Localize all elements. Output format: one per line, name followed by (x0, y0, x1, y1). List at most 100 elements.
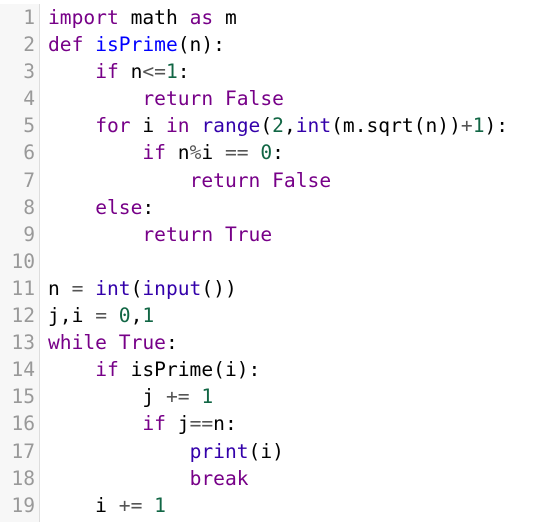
code-line[interactable]: def isPrime(n): (48, 31, 541, 58)
line-number: 17 (11, 439, 35, 463)
code-token: == (189, 412, 214, 436)
code-line[interactable]: if isPrime(i): (48, 356, 541, 383)
line-number: 15 (11, 385, 35, 409)
line-number: 16 (11, 412, 35, 436)
line-number: 1 (23, 6, 35, 29)
code-token: def (48, 33, 84, 57)
code-token: range (201, 114, 261, 138)
code-token: (n): (177, 33, 225, 57)
line-number: 3 (23, 60, 35, 84)
line-number: 2 (23, 33, 35, 57)
code-token: return (142, 87, 214, 111)
code-line[interactable]: return False (48, 85, 541, 112)
code-line[interactable]: if n<=1: (48, 58, 541, 85)
code-line[interactable]: return False (48, 167, 541, 194)
code-line[interactable]: import math as m (48, 4, 541, 31)
code-area[interactable]: import math as m def isPrime(n): if n<=1:… (48, 4, 541, 519)
code-token: n: (213, 412, 237, 436)
line-number: 13 (11, 331, 35, 355)
code-line[interactable]: else: (48, 194, 541, 221)
code-line[interactable]: if n%i == 0: (48, 139, 541, 166)
code-token: (m.sqrt(n)) (331, 114, 461, 138)
code-line[interactable]: i += 1 (48, 492, 541, 519)
code-line[interactable]: return True (48, 221, 541, 248)
code-token: + (460, 114, 473, 138)
code-token: False (272, 168, 332, 192)
code-token: 0 (260, 141, 273, 165)
code-token: if (95, 60, 119, 84)
code-token: return (189, 168, 261, 192)
code-token: , (283, 114, 296, 138)
code-line[interactable]: j += 1 (48, 383, 541, 410)
line-number: 6 (23, 141, 35, 165)
code-token: i (48, 493, 119, 517)
line-number-gutter: 1 2 3 4 5 6 7 8 9 10 11 12 13 14 15 16 17 18 19 (0, 4, 40, 522)
code-line[interactable]: break (48, 465, 541, 492)
code-line[interactable]: if j==n: (48, 410, 541, 437)
code-line[interactable]: print(i) (48, 438, 541, 465)
code-token: n (48, 276, 72, 300)
code-token: j (48, 385, 166, 409)
code-token: isPrime (95, 33, 178, 57)
line-number: 9 (23, 222, 35, 246)
line-number: 18 (11, 466, 35, 490)
code-token: m (213, 6, 237, 29)
line-number: 5 (23, 114, 35, 138)
code-token: int (295, 114, 332, 138)
code-token: <= (142, 60, 166, 84)
code-token: j,i (48, 304, 96, 328)
line-number: 10 (11, 249, 35, 273)
code-token: ( (260, 114, 273, 138)
code-token: ()) (201, 276, 237, 300)
code-line[interactable]: n = int(input()) (48, 275, 541, 302)
code-token: 1 (472, 114, 485, 138)
code-line[interactable] (48, 248, 541, 275)
code-token: if (95, 358, 119, 382)
code-token: else (95, 195, 143, 219)
code-line[interactable]: while True: (48, 329, 541, 356)
code-token: : (177, 60, 190, 84)
code-line[interactable]: for i in range(2,int(m.sqrt(n))+1): (48, 112, 541, 139)
code-editor[interactable]: 1 2 3 4 5 6 7 8 9 10 11 12 13 14 15 16 17 18 19 import mat… (0, 4, 541, 522)
line-number: 7 (23, 168, 35, 192)
code-token: = (71, 276, 84, 300)
code-token: 1 (154, 493, 166, 517)
code-token: int (95, 276, 131, 300)
code-token: math (118, 6, 190, 29)
code-token: 1 (201, 385, 214, 409)
code-token: == (224, 141, 249, 165)
code-token: return (142, 222, 214, 246)
code-token: % (189, 141, 202, 165)
code-token: 2 (272, 114, 284, 138)
code-token: += (165, 385, 190, 409)
code-token: in (165, 114, 190, 138)
code-token: True (224, 222, 273, 246)
code-token: += (118, 493, 143, 517)
code-token: False (224, 87, 284, 111)
code-token: isPrime(i): (118, 358, 261, 382)
code-token: print (189, 439, 249, 463)
code-line[interactable]: j,i = 0,1 (48, 302, 541, 329)
code-token: 1 (142, 304, 155, 328)
code-token: , (130, 304, 143, 328)
code-token: for (95, 114, 131, 138)
code-token: n (165, 141, 190, 165)
code-token: (i) (248, 439, 284, 463)
code-token: i (130, 114, 166, 138)
code-token: input (142, 276, 202, 300)
